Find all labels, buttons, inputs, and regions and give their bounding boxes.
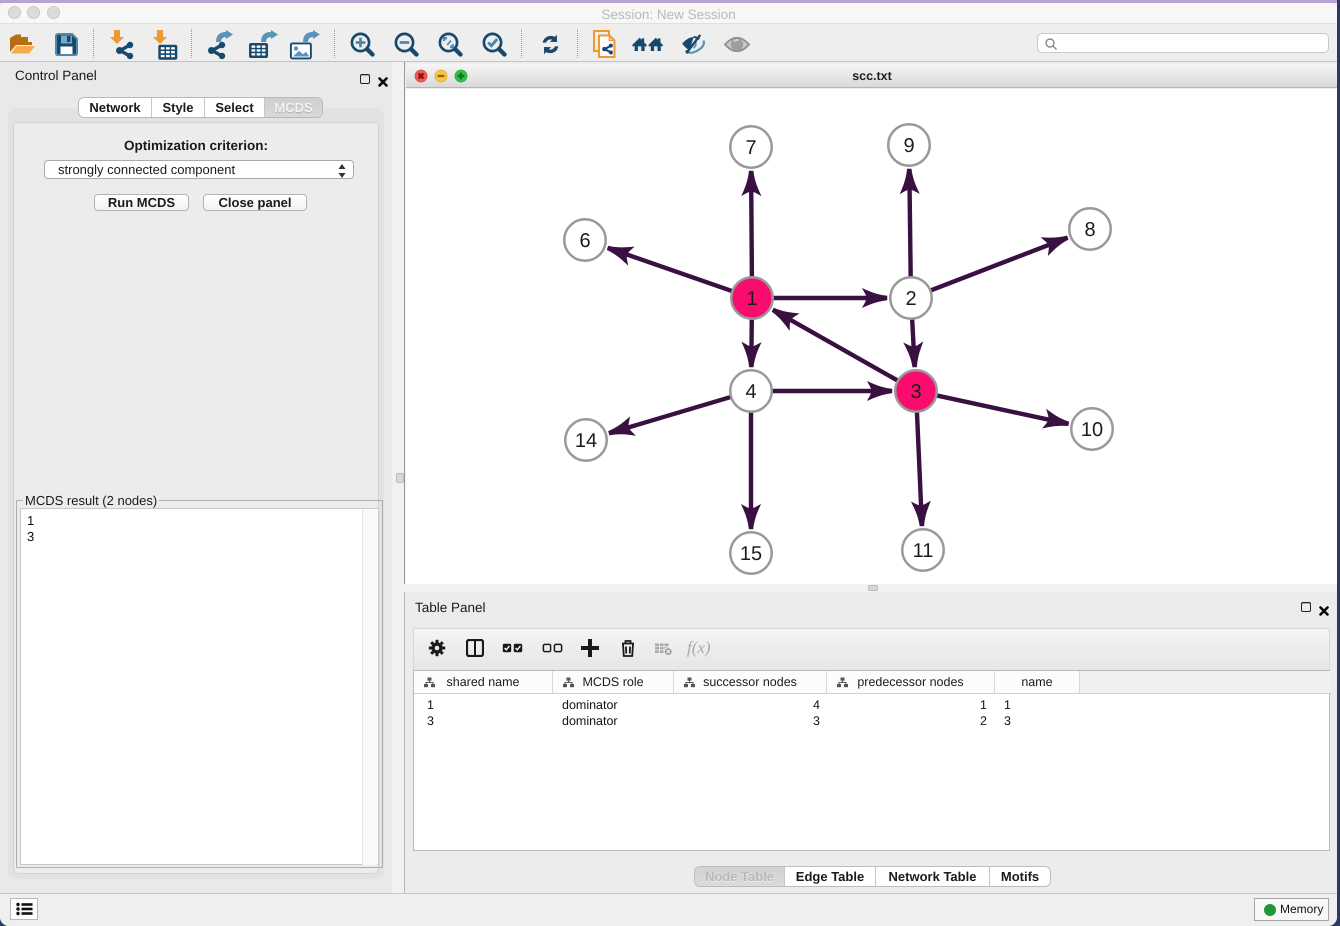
svg-text:10: 10 <box>1081 419 1103 441</box>
svg-text:3: 3 <box>910 381 921 403</box>
svg-text:8: 8 <box>1084 219 1095 241</box>
svg-text:4: 4 <box>745 381 756 403</box>
svg-text:6: 6 <box>579 230 590 252</box>
svg-text:14: 14 <box>575 430 597 452</box>
svg-text:7: 7 <box>745 137 756 159</box>
svg-text:11: 11 <box>913 540 934 562</box>
svg-text:9: 9 <box>903 135 914 157</box>
svg-text:2: 2 <box>905 288 916 310</box>
svg-text:15: 15 <box>740 543 762 565</box>
svg-text:1: 1 <box>746 288 757 310</box>
svg-text:f(x): f(x) <box>687 638 711 657</box>
